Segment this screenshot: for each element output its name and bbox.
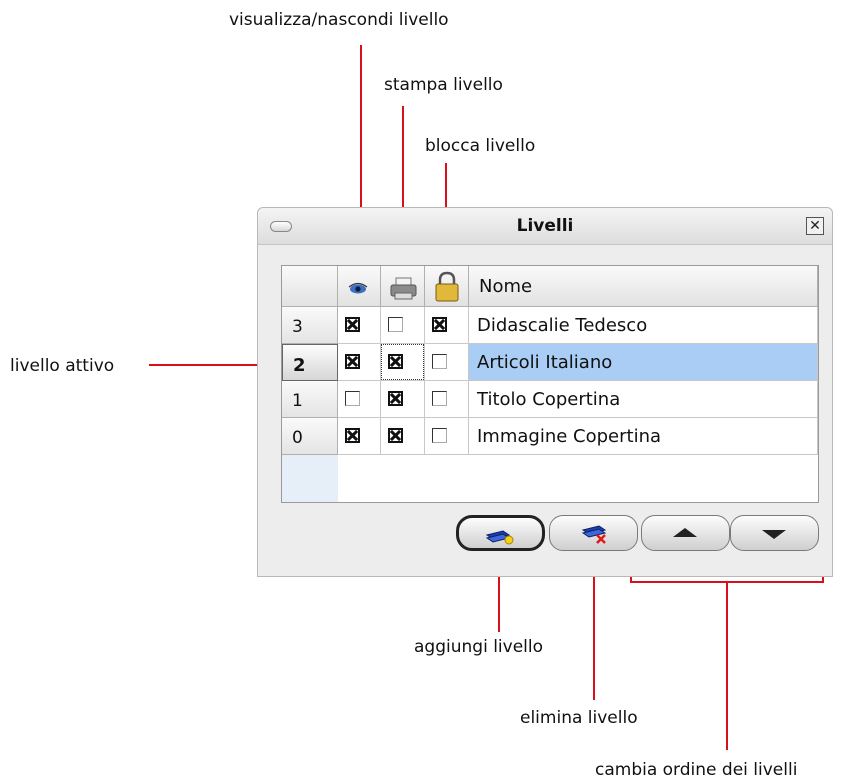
lock-icon — [435, 271, 459, 302]
callout-lock: blocca livello — [425, 136, 536, 156]
print-checkbox[interactable] — [388, 428, 403, 443]
lock-cell[interactable] — [425, 381, 469, 418]
table-empty-area — [338, 455, 818, 502]
add-layer-button[interactable] — [456, 515, 545, 551]
lock-checkbox[interactable] — [432, 317, 447, 332]
callout-active-layer: livello attivo — [10, 356, 115, 376]
visible-checkbox[interactable] — [345, 428, 360, 443]
visibility-cell[interactable] — [338, 418, 381, 455]
callout-delete: elimina livello — [520, 708, 638, 728]
printer-icon — [390, 277, 417, 300]
arrow-up-icon — [673, 528, 697, 537]
print-cell[interactable] — [381, 344, 425, 381]
lock-cell[interactable] — [425, 344, 469, 381]
visibility-cell[interactable] — [338, 381, 381, 418]
lock-checkbox[interactable] — [432, 354, 447, 369]
title-bar[interactable]: Livelli ✕ — [258, 208, 832, 245]
layers-table: Nome 3 Didascalie Tedesco 2 Articoli Ita… — [281, 265, 819, 503]
header-visibility[interactable] — [338, 266, 381, 307]
layers-panel: Livelli ✕ Nome 3 Didascalie Tedesco 2 Ar… — [257, 207, 833, 577]
visible-checkbox[interactable] — [345, 317, 360, 332]
arrow-down-icon — [762, 530, 786, 539]
layer-name-cell[interactable]: Titolo Copertina — [469, 381, 818, 418]
eye-icon — [348, 282, 368, 294]
visible-checkbox[interactable] — [345, 354, 360, 369]
leader-reorder — [726, 582, 728, 750]
header-name[interactable]: Nome — [469, 266, 818, 307]
print-checkbox[interactable] — [388, 354, 403, 369]
move-down-button[interactable] — [730, 515, 819, 551]
print-checkbox[interactable] — [388, 391, 403, 406]
visible-checkbox[interactable] — [345, 391, 360, 406]
callout-add: aggiungi livello — [414, 637, 544, 657]
add-layer-icon — [485, 530, 514, 545]
callout-print: stampa livello — [384, 75, 503, 95]
lock-checkbox[interactable] — [432, 428, 447, 443]
name-header-label: Nome — [479, 276, 533, 297]
lock-cell[interactable] — [425, 418, 469, 455]
corner-header — [282, 266, 338, 307]
print-cell[interactable] — [381, 307, 425, 344]
print-cell[interactable] — [381, 418, 425, 455]
lock-checkbox[interactable] — [432, 391, 447, 406]
header-lock[interactable] — [425, 266, 469, 307]
row-index-header-active[interactable]: 2 — [282, 344, 338, 381]
delete-layer-button[interactable] — [549, 515, 638, 551]
layer-name-cell[interactable]: Immagine Copertina — [469, 418, 818, 455]
visibility-cell[interactable] — [338, 344, 381, 381]
move-up-button[interactable] — [641, 515, 730, 551]
row-index-header[interactable]: 0 — [282, 418, 338, 455]
layer-name-cell[interactable]: Didascalie Tedesco — [469, 307, 818, 344]
close-button[interactable]: ✕ — [806, 217, 824, 235]
print-checkbox[interactable] — [388, 317, 403, 332]
row-index-header[interactable]: 3 — [282, 307, 338, 344]
row-index-header[interactable]: 1 — [282, 381, 338, 418]
visibility-cell[interactable] — [338, 307, 381, 344]
delete-layer-icon — [581, 525, 607, 544]
layer-name-cell-selected[interactable]: Articoli Italiano — [469, 344, 818, 381]
header-print[interactable] — [381, 266, 425, 307]
print-cell[interactable] — [381, 381, 425, 418]
callout-reorder: cambia ordine dei livelli — [595, 760, 798, 780]
callout-visibility: visualizza/nascondi livello — [229, 10, 449, 30]
lock-cell[interactable] — [425, 307, 469, 344]
window-title: Livelli — [516, 216, 574, 236]
